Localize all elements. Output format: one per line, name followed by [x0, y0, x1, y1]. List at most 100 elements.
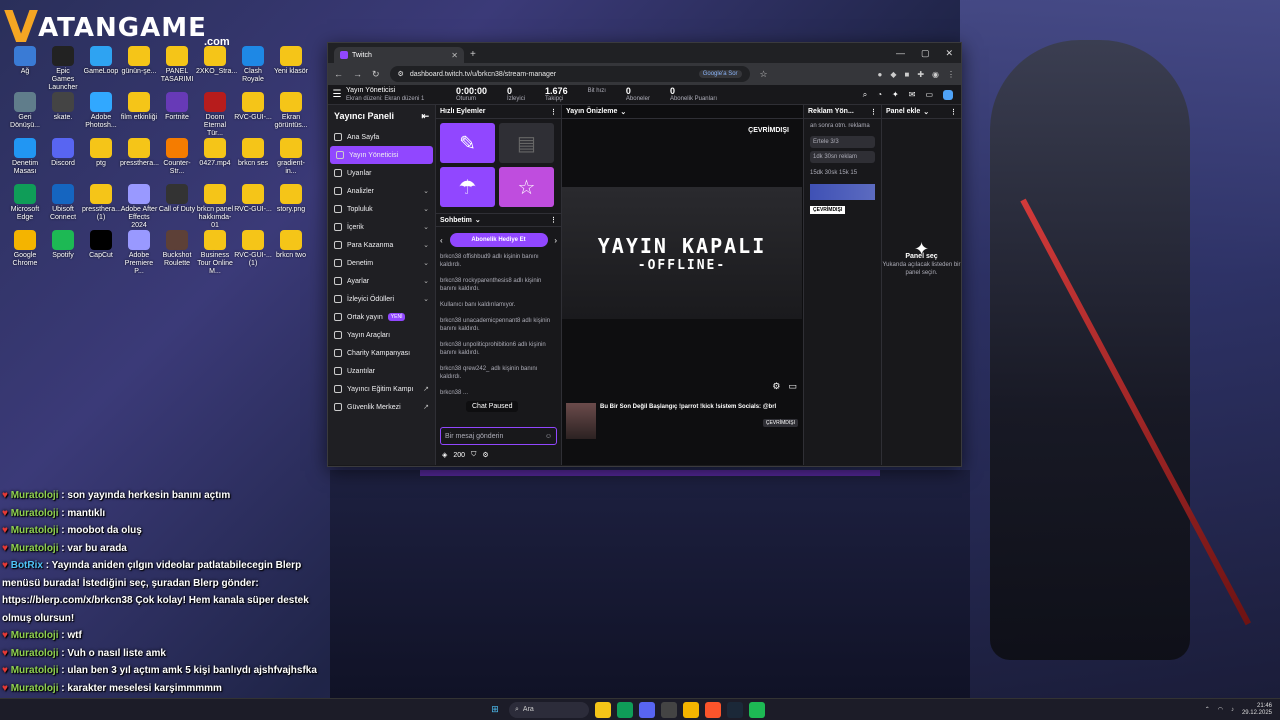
- desktop-icon[interactable]: Fortnite: [158, 92, 196, 122]
- sidebar-item-12[interactable]: Charity Kampanyası: [328, 344, 435, 362]
- desktop-icon[interactable]: film etkinliği: [120, 92, 158, 122]
- desktop-icon[interactable]: gradient-in...: [272, 138, 310, 176]
- desktop-icon[interactable]: Call of Duty: [158, 184, 196, 214]
- obs-icon[interactable]: [661, 701, 677, 718]
- tray-chevron-icon[interactable]: ⌃: [1205, 706, 1210, 713]
- chevron-right-icon[interactable]: ›: [554, 236, 557, 245]
- site-info-icon[interactable]: ⚙: [398, 70, 404, 78]
- sidebar-item-3[interactable]: Analizler ⌄: [328, 182, 435, 200]
- sidebar-item-15[interactable]: Güvenlik Merkezi ↗: [328, 398, 435, 416]
- fullscreen-icon[interactable]: ▭: [788, 381, 797, 392]
- sidebar-item-1[interactable]: Yayın Yöneticisi: [330, 146, 433, 164]
- steam-icon[interactable]: [727, 701, 743, 718]
- channel-points-icon[interactable]: ◈: [442, 451, 447, 459]
- desktop-icon[interactable]: RVC-GUI-... (1): [234, 230, 272, 268]
- search-icon[interactable]: ⌕: [863, 90, 867, 100]
- desktop-icon[interactable]: brkcn two: [272, 230, 310, 260]
- sidebar-item-4[interactable]: Topluluk ⌄: [328, 200, 435, 218]
- shield-icon[interactable]: ⛉: [471, 451, 476, 459]
- mail-icon[interactable]: ✉: [909, 90, 916, 100]
- wifi-icon[interactable]: ◠: [1218, 706, 1223, 713]
- sidebar-item-2[interactable]: Uyarılar: [328, 164, 435, 182]
- desktop-icon[interactable]: 2XKO_Stra...: [196, 46, 237, 76]
- close-icon[interactable]: ✕: [451, 51, 458, 60]
- sidebar-item-8[interactable]: Ayarlar ⌄: [328, 272, 435, 290]
- desktop-icon[interactable]: brkcn panel hakkımda-01: [196, 184, 234, 230]
- more-icon[interactable]: ⋮: [550, 108, 557, 116]
- settings-icon[interactable]: ⚙: [772, 381, 780, 392]
- desktop-icon[interactable]: Ubisoft Connect: [44, 184, 82, 222]
- extensions-puzzle-icon[interactable]: ✚: [917, 70, 924, 79]
- bookmark-star-icon[interactable]: ☆: [760, 69, 768, 80]
- desktop-icon[interactable]: Microsoft Edge: [6, 184, 44, 222]
- maximize-button[interactable]: ▢: [921, 48, 930, 59]
- tab-twitch[interactable]: Twitch ✕: [334, 47, 464, 63]
- desktop-icon[interactable]: Adobe Premiere P...: [120, 230, 158, 276]
- desktop-icon[interactable]: skate.: [44, 92, 82, 122]
- sidebar-item-6[interactable]: Para Kazanma ⌄: [328, 236, 435, 254]
- desktop-icon[interactable]: Buckshot Roulette: [158, 230, 196, 268]
- discord-icon[interactable]: [639, 701, 655, 718]
- sidebar-item-14[interactable]: Yayıncı Eğitim Kampı ↗: [328, 380, 435, 398]
- chat-bubble-icon[interactable]: ▭: [925, 90, 933, 100]
- browser-menu-icon[interactable]: ⋮: [947, 70, 955, 79]
- chevron-left-icon[interactable]: ‹: [440, 236, 443, 245]
- file-explorer-icon[interactable]: [595, 701, 611, 718]
- desktop-icon[interactable]: Denetim Masası: [6, 138, 44, 176]
- avatar[interactable]: [943, 89, 953, 100]
- brave-icon[interactable]: [705, 701, 721, 718]
- chevron-down-icon[interactable]: ⌄: [923, 108, 929, 116]
- desktop-icon[interactable]: story.png: [272, 184, 310, 214]
- desktop-icon[interactable]: ptg: [82, 138, 120, 168]
- more-icon[interactable]: ⋮: [870, 108, 877, 116]
- desktop-icon[interactable]: RVC-GUI-...: [234, 92, 272, 122]
- crown-icon[interactable]: ✦: [892, 90, 899, 100]
- run-ad-button[interactable]: 1dk 30sn reklam: [810, 151, 875, 163]
- desktop-icon[interactable]: presstheга... (1): [82, 184, 121, 222]
- desktop-icon[interactable]: 0427.mp4: [196, 138, 234, 168]
- desktop-icon[interactable]: presstheга...: [120, 138, 159, 168]
- desktop-icon[interactable]: Yeni klasör: [272, 46, 310, 76]
- raid-button[interactable]: ☂: [440, 167, 495, 207]
- layout-selector[interactable]: Yayın Yöneticisi Ekran düzeni: Ekran düz…: [346, 87, 446, 103]
- chevron-down-icon[interactable]: ⌄: [620, 108, 626, 116]
- google-lens-button[interactable]: Google'a Sor: [698, 70, 742, 78]
- hamburger-menu-icon[interactable]: ☰: [328, 89, 346, 100]
- desktop-icon[interactable]: Ekran görüntüs...: [272, 92, 310, 130]
- windows-start-icon[interactable]: ⊞: [487, 702, 503, 718]
- extension-icon[interactable]: ■: [904, 70, 909, 79]
- desktop-icon[interactable]: Counter-Str...: [158, 138, 196, 176]
- window-close-button[interactable]: ✕: [945, 48, 953, 59]
- desktop-icon[interactable]: Adobe After Effects 2024: [120, 184, 158, 230]
- profile-icon[interactable]: ◉: [932, 70, 939, 79]
- extension-icon[interactable]: ●: [877, 70, 882, 79]
- minimize-button[interactable]: —: [896, 48, 905, 59]
- desktop-icon[interactable]: Business Tour Online M...: [196, 230, 234, 276]
- desktop-icon[interactable]: GameLoop: [82, 46, 120, 76]
- edge-icon[interactable]: [617, 701, 633, 718]
- emote-icon[interactable]: ☺: [545, 433, 552, 440]
- desktop-icon[interactable]: CapCut: [82, 230, 120, 260]
- sidebar-item-9[interactable]: İzleyici Ödülleri ⌄: [328, 290, 435, 308]
- desktop-icon[interactable]: Spotify: [44, 230, 82, 260]
- settings-icon[interactable]: ⚙: [482, 451, 488, 459]
- gift-sub-button[interactable]: Abonelik Hediye Et: [449, 233, 548, 247]
- sidebar-item-11[interactable]: Yayın Araçları: [328, 326, 435, 344]
- clip-button[interactable]: ▤: [499, 123, 554, 163]
- snooze-ad-button[interactable]: Ertele 3/3: [810, 136, 875, 148]
- desktop-icon[interactable]: PANEL TASARIMI: [158, 46, 196, 84]
- chat-more-icon[interactable]: ⋮: [550, 216, 557, 224]
- desktop-icon[interactable]: brkcn ses: [234, 138, 272, 168]
- desktop-icon[interactable]: Clash Royale: [234, 46, 272, 84]
- edit-stream-info-button[interactable]: ✎: [440, 123, 495, 163]
- new-tab-button[interactable]: +: [470, 49, 476, 60]
- sidebar-item-7[interactable]: Denetim ⌄: [328, 254, 435, 272]
- spotify-icon[interactable]: [749, 701, 765, 718]
- sidebar-item-5[interactable]: İçerik ⌄: [328, 218, 435, 236]
- clock[interactable]: 21:46 29.12.2025: [1242, 703, 1272, 717]
- desktop-icon[interactable]: RVC-GUI-...: [234, 184, 272, 214]
- desktop-icon[interactable]: Discord: [44, 138, 82, 168]
- taskbar-search[interactable]: ⌕ Ara: [509, 701, 589, 718]
- desktop-icon[interactable]: Geri Dönüşü...: [6, 92, 44, 130]
- reload-icon[interactable]: ↻: [372, 69, 380, 80]
